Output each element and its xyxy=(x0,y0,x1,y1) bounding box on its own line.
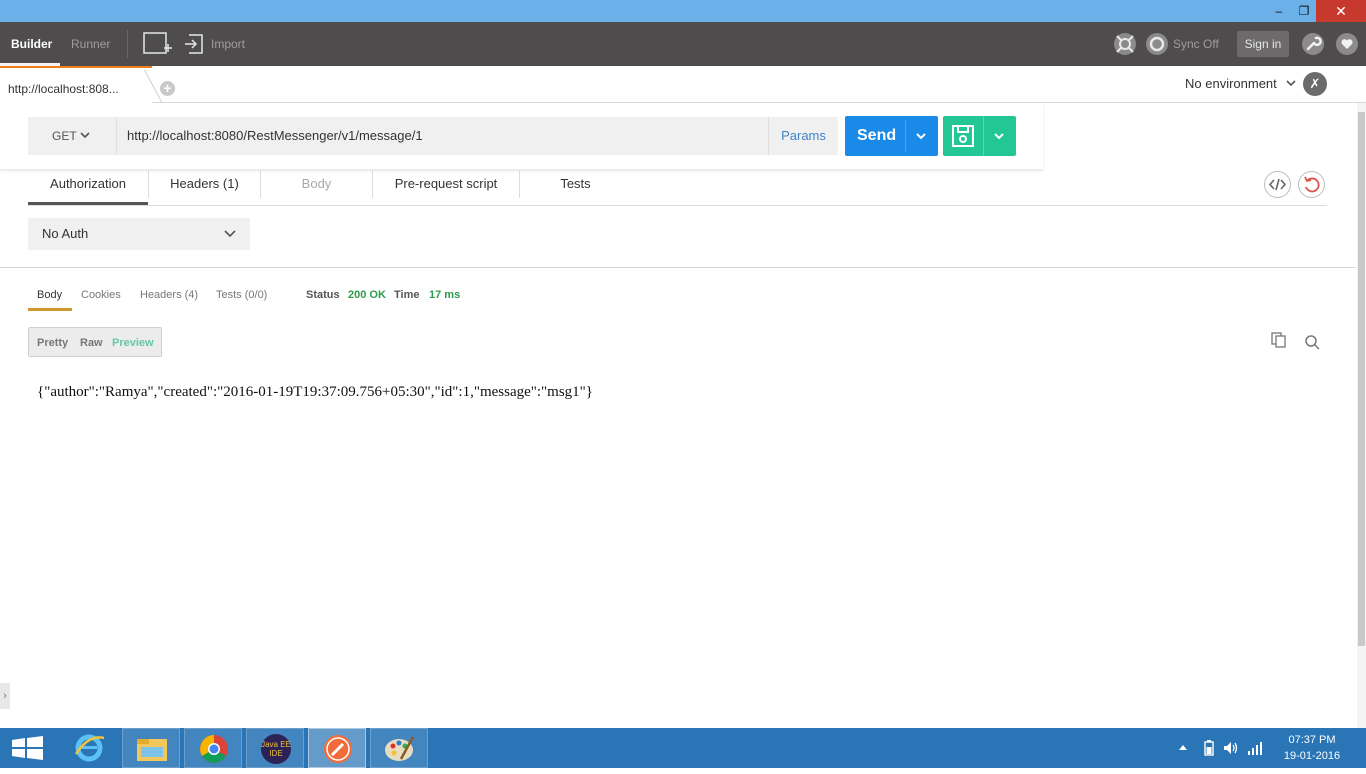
status-value: 200 OK xyxy=(348,289,386,301)
paint-palette-icon xyxy=(385,736,415,761)
java-ee-ide-icon: Java EE IDE xyxy=(261,734,291,764)
interceptor-icon[interactable] xyxy=(1113,32,1137,56)
taskbar-java-ee-ide[interactable]: Java EE IDE xyxy=(246,728,304,768)
undo-icon xyxy=(1304,176,1320,193)
tray-expand-icon[interactable] xyxy=(1177,742,1189,754)
maximize-button[interactable]: ❐ xyxy=(1290,0,1318,22)
chevron-down-icon[interactable] xyxy=(993,132,1005,141)
send-button[interactable]: Send xyxy=(845,116,938,156)
clock-time[interactable]: 07:37 PM xyxy=(1276,734,1348,746)
network-signal-icon[interactable] xyxy=(1246,739,1264,757)
environment-settings-icon[interactable]: ✗ xyxy=(1303,72,1327,96)
tab-body[interactable]: Body xyxy=(261,168,372,205)
scrollbar-thumb[interactable] xyxy=(1358,112,1365,646)
response-tab-tests[interactable]: Tests (0/0) xyxy=(216,289,267,301)
save-icon xyxy=(952,125,974,147)
method-select[interactable]: GET xyxy=(28,117,116,155)
time-label: Time xyxy=(394,289,420,301)
send-divider xyxy=(905,120,906,152)
response-tab-body[interactable]: Body xyxy=(37,289,62,301)
windows-logo-icon xyxy=(12,736,43,760)
sign-in-button[interactable]: Sign in xyxy=(1237,31,1289,57)
internet-explorer-icon xyxy=(74,734,105,762)
chevron-down-icon xyxy=(80,132,90,139)
close-window-button[interactable]: ✕ xyxy=(1316,0,1366,22)
request-tab-strip: http://localhost:808... + xyxy=(0,66,1366,104)
url-input[interactable]: http://localhost:8080/RestMessenger/v1/m… xyxy=(116,117,768,155)
code-icon xyxy=(1268,178,1287,191)
response-view-modes: Pretty Raw Preview xyxy=(28,327,162,357)
search-icon[interactable] xyxy=(1304,334,1320,350)
toolbar-divider xyxy=(127,30,128,58)
copy-icon[interactable] xyxy=(1271,332,1287,348)
settings-wrench-icon[interactable] xyxy=(1301,32,1325,56)
response-body: {"author":"Ramya","created":"2016-01-19T… xyxy=(37,384,593,400)
preview-mode-button[interactable]: Preview xyxy=(112,328,154,358)
pretty-mode-button[interactable]: Pretty xyxy=(37,328,68,358)
heart-icon[interactable] xyxy=(1335,32,1359,56)
tab-authorization[interactable]: Authorization xyxy=(28,168,148,205)
taskbar-file-explorer[interactable] xyxy=(122,728,180,768)
save-divider xyxy=(983,116,984,156)
app-toolbar: Builder Runner Import Sync Off Sign in xyxy=(0,22,1366,66)
method-label: GET xyxy=(52,129,77,143)
taskbar-paint[interactable] xyxy=(370,728,428,768)
params-button[interactable]: Params xyxy=(768,117,838,155)
folder-icon xyxy=(137,739,167,761)
request-subtabs: Authorization Headers (1) Body Pre-reque… xyxy=(28,168,1327,206)
save-button[interactable] xyxy=(943,116,1016,156)
import-button[interactable]: Import xyxy=(211,22,245,66)
response-tab-indicator xyxy=(28,308,72,311)
start-button[interactable] xyxy=(0,728,58,768)
taskbar-postman[interactable] xyxy=(308,728,366,768)
chevron-down-icon xyxy=(224,230,236,238)
send-label: Send xyxy=(857,127,897,144)
svg-text:IDE: IDE xyxy=(269,749,282,758)
tab-headers[interactable]: Headers (1) xyxy=(149,168,260,205)
response-tab-cookies[interactable]: Cookies xyxy=(81,289,121,301)
taskbar-google-chrome[interactable] xyxy=(184,728,242,768)
clock-date[interactable]: 19-01-2016 xyxy=(1276,750,1348,762)
time-value: 17 ms xyxy=(429,289,461,301)
tab-pre-request-script[interactable]: Pre-request script xyxy=(373,168,519,205)
builder-tab[interactable]: Builder xyxy=(11,22,52,66)
new-window-icon[interactable] xyxy=(143,32,173,56)
tab-tests[interactable]: Tests xyxy=(520,168,631,205)
reset-button[interactable] xyxy=(1298,171,1325,198)
minimize-button[interactable]: – xyxy=(1265,0,1293,22)
environment-selector[interactable]: No environment xyxy=(1185,76,1277,91)
sidebar-expand-handle[interactable]: › xyxy=(0,683,10,709)
runner-tab[interactable]: Runner xyxy=(71,22,110,66)
chevron-down-icon[interactable] xyxy=(915,132,927,141)
request-tab[interactable]: http://localhost:808... xyxy=(0,66,152,103)
svg-text:Java EE: Java EE xyxy=(261,740,291,749)
battery-icon[interactable] xyxy=(1200,739,1218,757)
add-tab-button[interactable]: + xyxy=(160,81,175,96)
chrome-icon xyxy=(200,735,228,763)
auth-type-label: No Auth xyxy=(42,226,89,241)
generate-code-button[interactable] xyxy=(1264,171,1291,198)
windows-taskbar: Java EE IDE 07:37 PM 19-01-2016 xyxy=(0,728,1366,768)
section-divider xyxy=(0,267,1356,268)
auth-type-select[interactable]: No Auth xyxy=(28,218,250,250)
sync-icon[interactable] xyxy=(1145,32,1169,56)
postman-icon xyxy=(324,735,352,763)
chevron-down-icon[interactable] xyxy=(1284,76,1298,90)
import-icon[interactable] xyxy=(183,33,205,55)
response-tab-headers[interactable]: Headers (4) xyxy=(140,289,198,301)
volume-icon[interactable] xyxy=(1222,739,1240,757)
raw-mode-button[interactable]: Raw xyxy=(80,328,103,358)
window-title-bar: – ❐ ✕ xyxy=(0,0,1366,22)
sync-status: Sync Off xyxy=(1173,37,1219,51)
taskbar-internet-explorer[interactable] xyxy=(60,728,118,768)
status-label: Status xyxy=(306,289,340,301)
